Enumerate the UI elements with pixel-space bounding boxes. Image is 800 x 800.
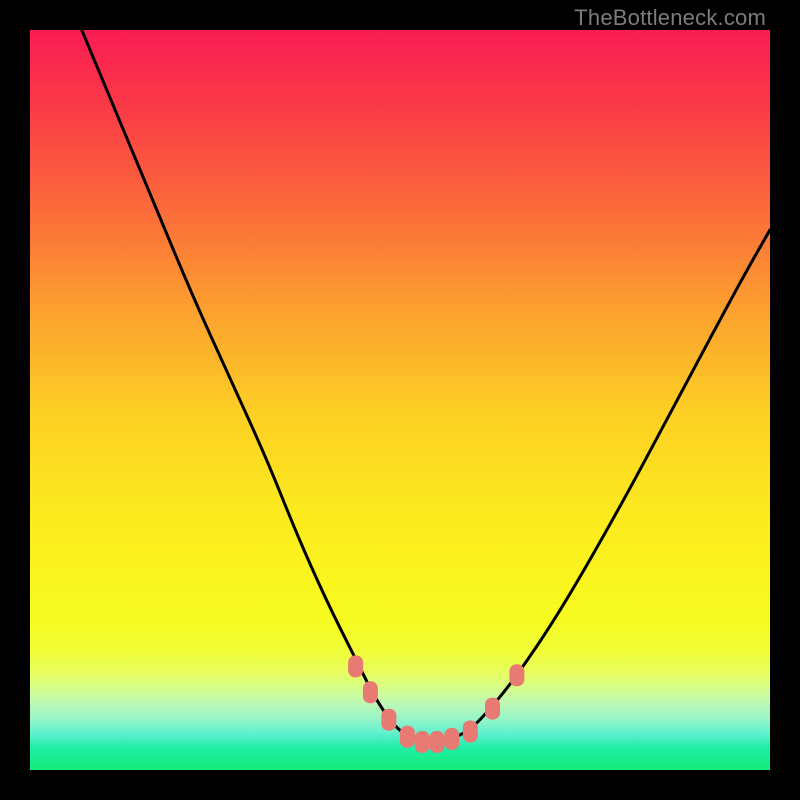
curve-marker <box>348 655 363 677</box>
curve-marker <box>463 721 478 743</box>
curve-marker <box>485 698 500 720</box>
curve-layer <box>82 30 770 740</box>
plot-area <box>30 30 770 770</box>
attribution-text: TheBottleneck.com <box>574 5 766 31</box>
curve-marker <box>400 726 415 748</box>
curve-marker <box>363 681 378 703</box>
curve-marker <box>381 709 396 731</box>
curve-marker <box>415 731 430 753</box>
curve-marker <box>509 664 524 686</box>
marker-layer <box>348 655 524 753</box>
chart-svg <box>30 30 770 770</box>
chart-frame: TheBottleneck.com <box>0 0 800 800</box>
curve-marker <box>430 731 445 753</box>
bottleneck-curve <box>82 30 770 740</box>
curve-marker <box>444 728 459 750</box>
